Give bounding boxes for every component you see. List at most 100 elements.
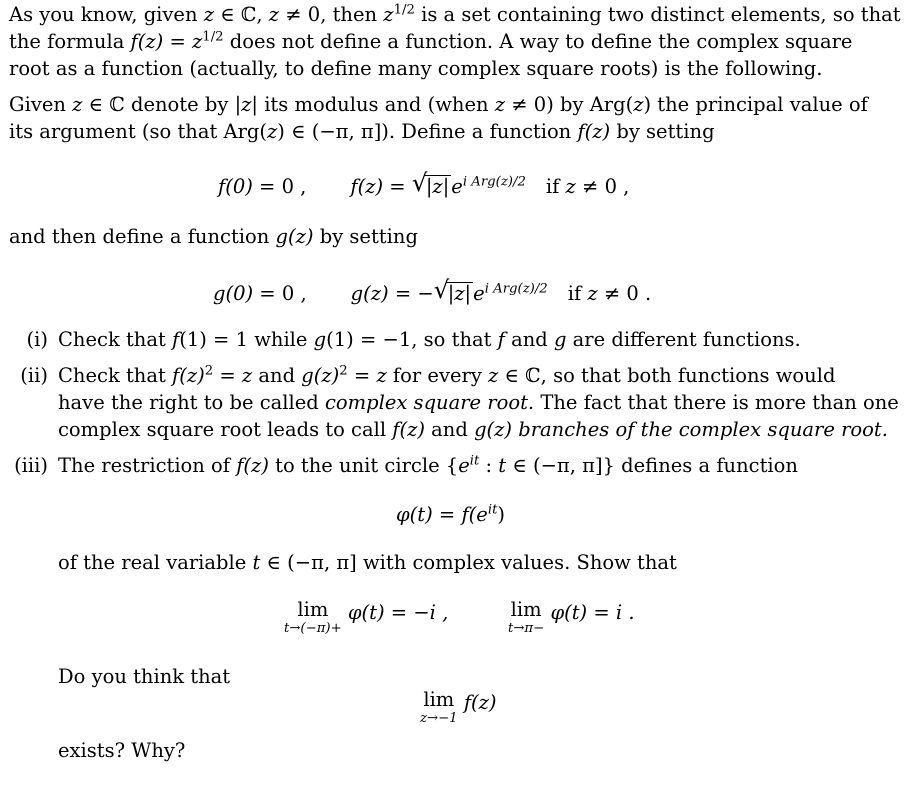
item-iii-line-2: of the real variable t ∈ (−π, π] with co…	[58, 550, 677, 576]
limit-operator: lim t→(−π)+	[284, 600, 342, 635]
text: = 0 ,	[252, 175, 307, 198]
item-label: (i)	[26, 328, 48, 351]
math-var: z	[268, 3, 280, 26]
square-root: √ |z|	[434, 277, 474, 307]
radical-sign-icon: √	[433, 275, 450, 304]
limit-subscript: z→−1	[420, 710, 458, 726]
math-var: z	[565, 175, 576, 198]
text: and	[504, 328, 554, 351]
text: does not define a function. A way to def…	[223, 30, 853, 53]
limit-operator: lim t→π−	[508, 600, 544, 635]
text: Given	[9, 93, 73, 116]
text: :	[479, 454, 499, 477]
text: (1) = −1, so that	[326, 328, 498, 351]
math-var: f(z)	[172, 364, 205, 387]
item-i: (i) Check that f(1) = 1 while g(1) = −1, …	[0, 327, 801, 353]
exponent: i Arg(z)/2	[462, 174, 526, 190]
math-var: z	[633, 93, 644, 116]
text: = 0 ,	[253, 282, 307, 305]
paragraph-3: and then define a function g(z) by setti…	[9, 224, 418, 250]
emphasis-text: branches of the complex square root.	[512, 418, 888, 441]
text: (1) = 1 while	[179, 328, 314, 351]
math-var: f(z)	[392, 418, 425, 441]
math-var: f(e	[461, 503, 488, 526]
text: The restriction of	[58, 454, 237, 477]
text: ∈ (−π, π] with complex values. Show that	[260, 551, 677, 574]
lim-text: lim	[423, 688, 455, 711]
equation-g-definition: g(0) = 0 , g(z) = − √ |z| ei Arg(z)/2 if z ≠ …	[213, 277, 652, 307]
text: ≠ 0 ,	[575, 175, 630, 198]
item-iii-line-1: (iii) The restriction of f(z) to the unit…	[0, 453, 798, 479]
text: ≠ 0, then	[279, 3, 384, 26]
text: ) ∈ (−π, π]). Define a function	[277, 120, 578, 143]
limit-expression: φ(t) = −i ,	[341, 601, 449, 624]
text: Check that	[58, 364, 173, 387]
limit-operator: lim z→−1	[420, 690, 458, 725]
paragraph-1-line-1: As you know, given z ∈ ℂ, z ≠ 0, then z1…	[9, 2, 901, 28]
math-var: z	[241, 93, 252, 116]
math-var: φ(t)	[396, 503, 433, 526]
text: if	[567, 282, 588, 305]
radical-sign-icon: √	[411, 168, 428, 197]
text: and	[252, 364, 302, 387]
text: ∈ ℂ,	[214, 3, 269, 26]
paragraph-1-line-2: the formula f(z) = z1/2 does not define …	[9, 29, 852, 55]
text: ≠ 0) by Arg(	[505, 93, 634, 116]
text: = −	[388, 282, 434, 305]
text: Do you think that	[58, 665, 231, 688]
math-var: z	[267, 120, 278, 143]
exponent: 2	[339, 363, 348, 379]
text: ≠ 0 .	[597, 282, 652, 305]
math-var: z	[488, 364, 499, 387]
text: for every	[386, 364, 489, 387]
math-var: z	[383, 3, 394, 26]
text: | its modulus and (when	[251, 93, 495, 116]
math-var: f	[497, 328, 505, 351]
paragraph-2-line-2: its argument (so that Arg(z) ∈ (−π, π]).…	[9, 119, 715, 145]
question-line-2: exists? Why?	[58, 738, 185, 764]
math-var: (z)	[137, 30, 164, 53]
text: ∈ ℂ denote by |	[82, 93, 242, 116]
text: exists? Why?	[58, 739, 186, 762]
limit-subscript: t→π−	[508, 620, 545, 636]
text: if	[545, 175, 566, 198]
text: its argument (so that Arg(	[9, 120, 267, 143]
text: and	[424, 418, 475, 441]
math-var: t	[498, 454, 507, 477]
text: =	[213, 364, 242, 387]
equation-phi-definition: φ(t) = f(eit)	[396, 502, 505, 528]
text: ∈ (−π, π]} defines a function	[506, 454, 798, 477]
math-var: f	[130, 30, 138, 53]
text: is a set containing two distinct element…	[414, 3, 901, 26]
lim-text: lim	[510, 598, 542, 621]
text: to the unit circle {	[268, 454, 459, 477]
limit-right: lim t→π− φ(t) = i .	[508, 600, 635, 635]
item-label: (ii)	[20, 364, 48, 387]
math-var: e	[451, 175, 463, 198]
item-label: (iii)	[14, 454, 48, 477]
radicand: |z|	[423, 175, 452, 198]
exponent: 2	[204, 363, 214, 379]
question-line-1: Do you think that	[58, 664, 230, 690]
math-var: f(z)	[236, 454, 269, 477]
text: =	[432, 503, 462, 526]
math-var: z	[72, 93, 83, 116]
math-var: z	[203, 3, 215, 26]
equation-f-definition: f(0) = 0 , f(z) = √ |z| ei Arg(z)/2 if z ≠ 0…	[218, 170, 630, 200]
limit-f-at-minus-one: lim z→−1 f(z)	[420, 690, 497, 725]
math-var: z	[241, 364, 253, 387]
math-var: z	[587, 282, 598, 305]
text: )	[497, 503, 506, 526]
text: =	[347, 364, 377, 387]
math-var: e	[458, 454, 470, 477]
text: =	[163, 30, 192, 53]
text: As you know, given	[9, 3, 204, 26]
math-var: z	[192, 30, 203, 53]
math-var: g(z)	[275, 225, 314, 248]
math-var: g	[313, 328, 327, 351]
square-root: √ |z|	[412, 170, 452, 200]
text: and then define a function	[9, 225, 276, 248]
math-var: g(z)	[301, 364, 340, 387]
exponent: it	[469, 453, 480, 469]
paragraph-2-line-1: Given z ∈ ℂ denote by |z| its modulus an…	[9, 92, 868, 118]
